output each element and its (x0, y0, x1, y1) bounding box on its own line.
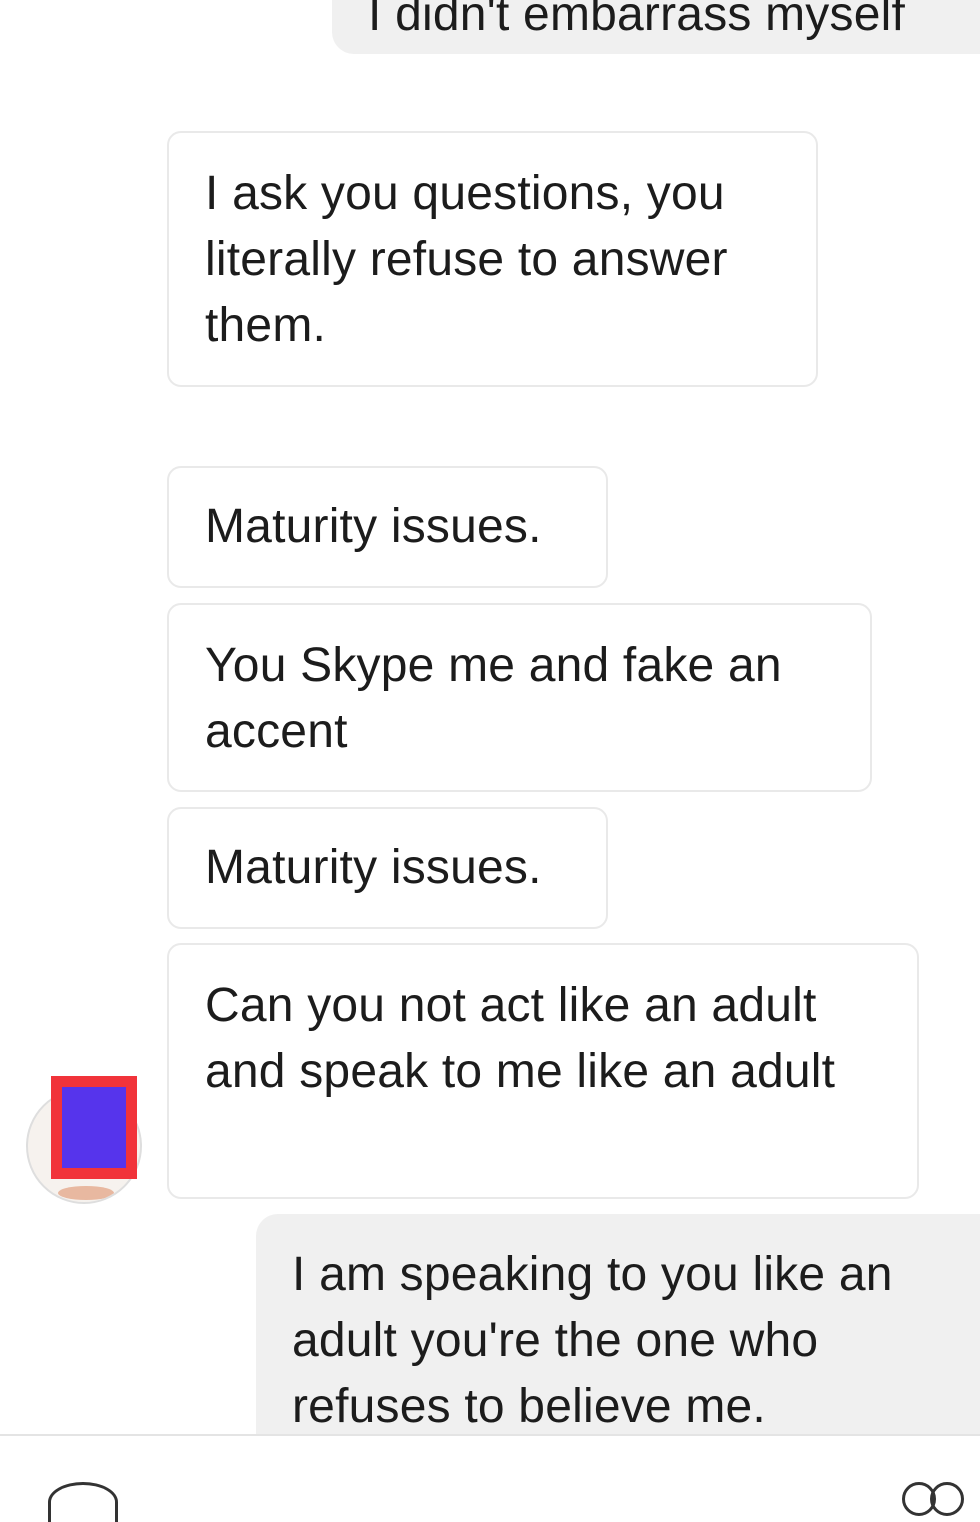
message-text: Maturity issues. (205, 841, 542, 894)
message-text: I didn't embarrass myself (368, 0, 906, 41)
message-bubble-incoming[interactable]: Maturity issues. (167, 466, 608, 588)
composer-bar (0, 1434, 980, 1522)
avatar-photo (58, 1186, 114, 1200)
message-bubble-incoming[interactable]: I ask you questions, you literally refus… (167, 131, 818, 387)
message-bubble-outgoing[interactable]: I didn't embarrass myself (332, 0, 980, 54)
heart-icon[interactable] (898, 1482, 968, 1522)
message-text: I am speaking to you like an adult you'r… (292, 1248, 893, 1433)
message-text: Maturity issues. (205, 500, 542, 553)
message-text: You Skype me and fake an accent (205, 639, 782, 758)
message-bubble-incoming[interactable]: You Skype me and fake an accent (167, 603, 872, 792)
redaction-box (51, 1076, 137, 1179)
message-text: Can you not act like an adult and speak … (205, 979, 836, 1098)
message-thread: I didn't embarrass myself I ask you ques… (0, 0, 980, 1434)
camera-icon[interactable] (48, 1482, 118, 1522)
message-text: I ask you questions, you literally refus… (205, 167, 728, 352)
message-bubble-incoming[interactable]: Maturity issues. (167, 807, 608, 929)
message-bubble-outgoing[interactable]: I am speaking to you like an adult you'r… (256, 1214, 980, 1434)
message-bubble-incoming[interactable]: Can you not act like an adult and speak … (167, 943, 919, 1199)
